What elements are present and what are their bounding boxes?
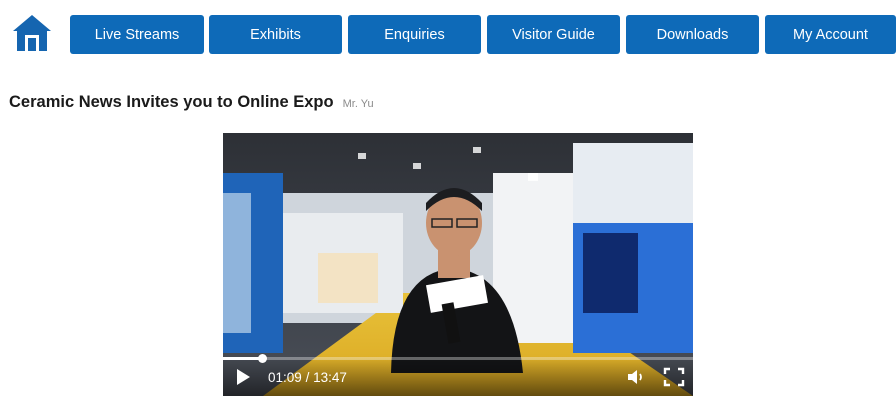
play-icon [237, 369, 250, 385]
author-name: Mr. Yu [342, 98, 374, 110]
nav-my-account[interactable]: My Account [765, 15, 896, 54]
fullscreen-button[interactable] [663, 367, 685, 387]
home-button[interactable] [12, 13, 52, 53]
play-button[interactable] [234, 368, 252, 386]
main-nav: Live Streams Exhibits Enquiries Visitor … [70, 15, 896, 54]
volume-button[interactable] [626, 368, 646, 386]
progress-bar[interactable] [223, 354, 693, 363]
volume-icon [628, 370, 642, 384]
current-time: 01:09 [268, 370, 302, 385]
duration: 13:47 [313, 370, 347, 385]
home-icon [13, 15, 51, 51]
video-player[interactable]: 01:09 / 13:47 [223, 133, 693, 396]
progress-fill [223, 357, 263, 360]
nav-enquiries[interactable]: Enquiries [348, 15, 481, 54]
nav-visitor-guide[interactable]: Visitor Guide [487, 15, 620, 54]
time-display: 01:09 / 13:47 [268, 370, 347, 385]
nav-exhibits[interactable]: Exhibits [209, 15, 342, 54]
nav-live-streams[interactable]: Live Streams [70, 15, 204, 54]
nav-downloads[interactable]: Downloads [626, 15, 759, 54]
fullscreen-icon [663, 367, 685, 387]
title-row: Ceramic News Invites you to Online Expo … [9, 93, 374, 112]
time-separator: / [305, 370, 314, 385]
page-title: Ceramic News Invites you to Online Expo [9, 93, 334, 111]
